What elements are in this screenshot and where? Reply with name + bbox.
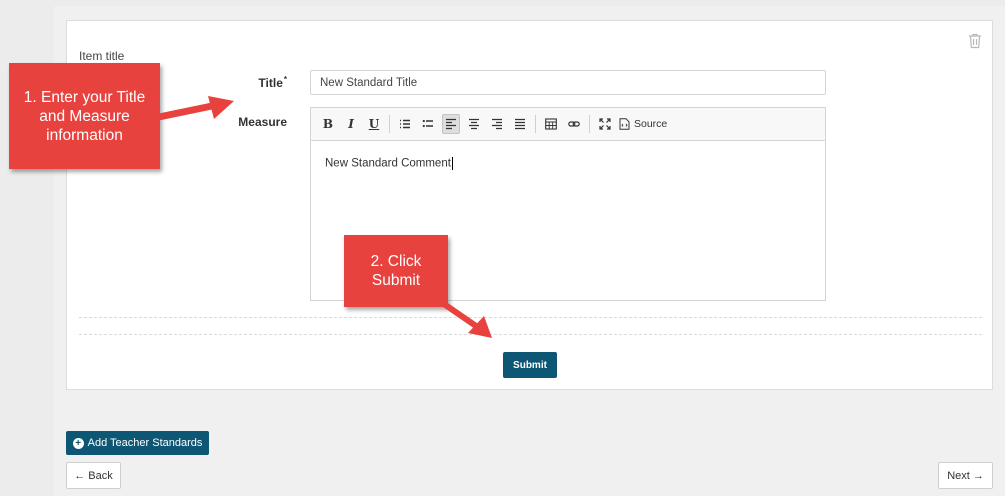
- required-mark: *: [283, 75, 287, 84]
- toolbar-separator: [389, 115, 390, 133]
- link-icon[interactable]: [565, 114, 583, 134]
- plus-circle-icon: +: [72, 437, 84, 449]
- add-teacher-standards-label: Add Teacher Standards: [87, 437, 203, 449]
- italic-button[interactable]: I: [342, 114, 360, 134]
- editor-toolbar: B I U Source: [311, 108, 825, 141]
- source-button[interactable]: Source: [619, 118, 667, 130]
- submit-button[interactable]: Submit: [503, 352, 557, 378]
- bulleted-list-icon[interactable]: [419, 114, 437, 134]
- back-button[interactable]: ← Back: [66, 462, 121, 489]
- table-icon[interactable]: [542, 114, 560, 134]
- title-label: Title*: [237, 75, 287, 90]
- source-label: Source: [634, 118, 668, 130]
- callout2-line2: Submit: [371, 272, 421, 289]
- justify-icon[interactable]: [511, 114, 529, 134]
- divider: [79, 317, 982, 318]
- arrow-to-fields-icon: [150, 96, 234, 122]
- callout-click-submit: 2. Click Submit: [344, 235, 448, 307]
- arrow-left-icon: ←: [74, 469, 86, 482]
- add-teacher-standards-button[interactable]: + Add Teacher Standards: [66, 431, 209, 455]
- bold-button[interactable]: B: [319, 114, 337, 134]
- callout1-line3: information: [46, 126, 123, 144]
- toolbar-separator: [535, 115, 536, 133]
- callout1-line1: 1. Enter your Title: [23, 88, 146, 106]
- numbered-list-icon[interactable]: [396, 114, 414, 134]
- item-title-label: Item title: [79, 49, 125, 63]
- maximize-icon[interactable]: [596, 114, 614, 134]
- source-icon: [619, 118, 630, 130]
- text-caret: [451, 157, 453, 170]
- title-input[interactable]: [310, 70, 826, 95]
- callout2-line1: 2. Click: [370, 253, 422, 270]
- divider: [79, 334, 982, 335]
- trash-icon[interactable]: [968, 33, 982, 49]
- align-center-icon[interactable]: [465, 114, 483, 134]
- align-left-icon[interactable]: [442, 114, 460, 134]
- align-right-icon[interactable]: [488, 114, 506, 134]
- title-label-text: Title: [258, 76, 283, 90]
- underline-button[interactable]: U: [365, 114, 383, 134]
- standard-item-card: Item title Title* Measure B I U: [66, 20, 993, 390]
- callout-enter-info: 1. Enter your Title and Measure informat…: [9, 63, 160, 169]
- back-label: Back: [88, 469, 113, 482]
- arrow-to-submit-icon: [441, 301, 492, 338]
- measure-text: New Standard Comment: [325, 157, 451, 170]
- callout1-line2: and Measure: [39, 107, 130, 125]
- arrow-right-icon: →: [972, 469, 984, 482]
- toolbar-separator: [589, 115, 590, 133]
- next-label: Next: [947, 469, 970, 482]
- next-button[interactable]: Next →: [938, 462, 993, 489]
